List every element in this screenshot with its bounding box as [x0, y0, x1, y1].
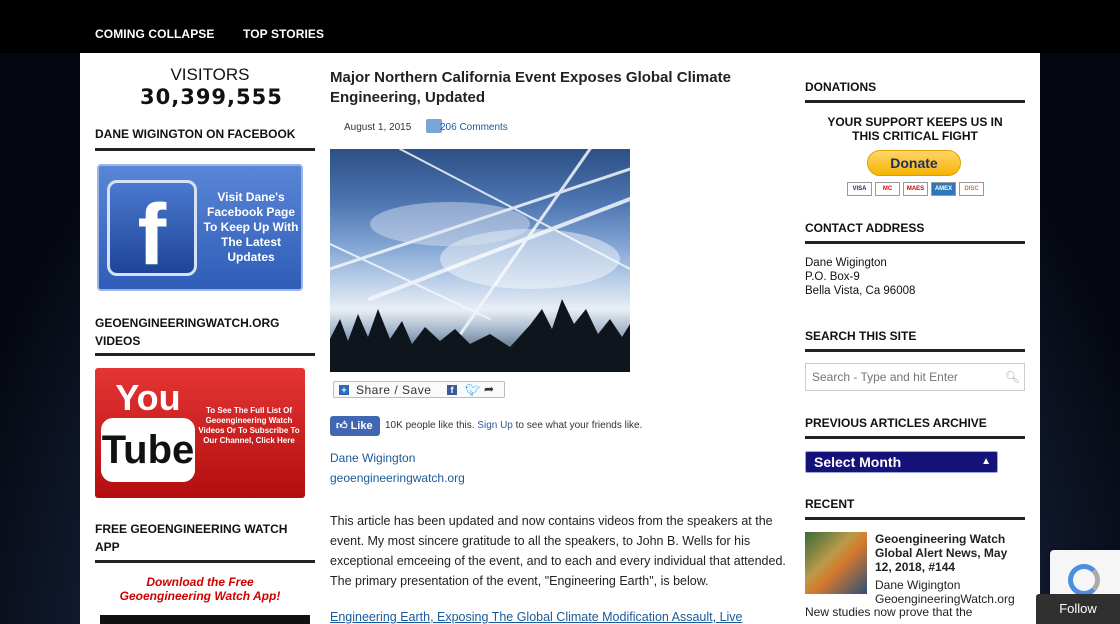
facebook-banner-text: Visit Dane's Facebook Page To Keep Up Wi…	[203, 190, 299, 264]
recent-post-thumbnail[interactable]	[805, 532, 867, 594]
share-plus-icon: +	[339, 385, 349, 395]
nav-coming-collapse[interactable]: COMING COLLAPSE	[95, 27, 215, 41]
recent-widget-title: RECENT	[805, 497, 855, 511]
post-date: August 1, 2015	[344, 122, 412, 133]
post-body-paragraph: This article has been updated and now co…	[330, 514, 786, 588]
youtube-logo-icon: Tube	[101, 418, 195, 482]
contact-line-box: P.O. Box-9	[805, 271, 860, 283]
video-link[interactable]: Engineering Earth, Exposing The Global C…	[330, 610, 800, 624]
recent-widget-rule	[805, 517, 1025, 520]
contact-line-city: Bella Vista, Ca 96008	[805, 285, 916, 297]
facebook-share-icon[interactable]: f	[447, 385, 457, 395]
maestro-card-icon: MAES	[903, 182, 928, 196]
search-widget-rule	[805, 349, 1025, 352]
facebook-like-button[interactable]: 👍︎ Like	[330, 416, 380, 436]
post-image-chemtrails-sky	[330, 149, 630, 372]
visitors-count: 30,399,555	[140, 85, 283, 109]
post-comments-link[interactable]: 206 Comments	[440, 122, 508, 133]
share-save-label: Share / Save	[356, 383, 432, 397]
app-widget-title: FREE GEOENGINEERING WATCH APP	[95, 522, 288, 554]
select-arrows-icon: ▲	[981, 456, 991, 467]
like-summary: 10K people like this. Sign Up to see wha…	[385, 420, 642, 431]
donation-support-text: YOUR SUPPORT KEEPS US IN THIS CRITICAL F…	[827, 115, 1003, 143]
youtube-banner[interactable]: You Tube To See The Full List Of Geoengi…	[95, 368, 305, 498]
page-content: VISITORS 30,399,555 DANE WIGINGTON ON FA…	[80, 53, 1040, 624]
like-suffix-text: to see what your friends like.	[515, 420, 643, 431]
share-save-button[interactable]: + Share / Save f 🐦︎ ➦	[333, 381, 505, 398]
facebook-banner[interactable]: f Visit Dane's Facebook Page To Keep Up …	[97, 164, 303, 291]
like-signup-link[interactable]: Sign Up	[477, 420, 513, 431]
donate-button[interactable]: Donate	[867, 150, 961, 176]
contact-line-name: Dane Wigington	[805, 257, 887, 269]
youtube-logo-you: You	[115, 377, 181, 418]
recent-post-title[interactable]: Geoengineering Watch Global Alert News, …	[875, 532, 1025, 574]
sky-scene-icon	[330, 149, 630, 372]
visa-card-icon: VISA	[847, 182, 872, 196]
archive-select-label: Select Month	[814, 454, 902, 470]
app-banner-image[interactable]	[100, 615, 310, 624]
discover-card-icon: DISC	[959, 182, 984, 196]
videos-widget-rule	[95, 353, 315, 356]
search-icon[interactable]: 🔍︎	[1005, 370, 1020, 384]
payment-cards: VISA MC MAES AMEX DISC	[847, 182, 987, 196]
donations-widget-rule	[805, 100, 1025, 103]
donations-widget-title: DONATIONS	[805, 80, 877, 94]
archive-month-select[interactable]: Select Month ▲	[805, 451, 998, 473]
like-button-label: Like	[350, 420, 373, 432]
contact-widget-title: CONTACT ADDRESS	[805, 221, 925, 235]
facebook-widget-title: DANE WIGINGTON ON FACEBOOK	[95, 127, 296, 141]
visitors-title: VISITORS	[170, 65, 250, 84]
search-input[interactable]	[806, 364, 996, 390]
archive-widget-rule	[805, 436, 1025, 439]
youtube-banner-text: To See The Full List Of Geoengineering W…	[198, 406, 300, 445]
recaptcha-icon	[1068, 564, 1100, 596]
amex-card-icon: AMEX	[931, 182, 956, 196]
app-promo-text[interactable]: Download the Free Geoengineering Watch A…	[100, 575, 300, 603]
search-widget-title: SEARCH THIS SITE	[805, 329, 917, 343]
like-count-text: 10K people like this.	[385, 420, 475, 431]
author-name-link[interactable]: Dane Wigington	[330, 451, 415, 465]
archive-widget-title: PREVIOUS ARTICLES ARCHIVE	[805, 416, 987, 430]
mastercard-icon: MC	[875, 182, 900, 196]
twitter-share-icon[interactable]: 🐦︎	[465, 383, 480, 397]
recent-post-author: Dane Wigington GeoengineeringWatch.org	[875, 578, 1015, 606]
nav-top-stories[interactable]: TOP STORIES	[243, 27, 324, 41]
thumbs-up-icon: 👍︎	[336, 420, 348, 432]
videos-widget-title: GEOENGINEERINGWATCH.ORG VIDEOS	[95, 316, 280, 348]
author-site-link[interactable]: geoengineeringwatch.org	[330, 471, 465, 485]
contact-widget-rule	[805, 241, 1025, 244]
facebook-widget-rule	[95, 148, 315, 151]
forward-share-icon[interactable]: ➦	[484, 382, 494, 396]
contact-address: Dane Wigington P.O. Box-9 Bella Vista, C…	[805, 256, 915, 298]
search-box: 🔍︎	[805, 363, 1025, 391]
top-navigation: COMING COLLAPSE TOP STORIES	[0, 0, 1120, 53]
recent-post-snippet: New studies now prove that the	[805, 605, 973, 619]
post-title[interactable]: Major Northern California Event Exposes …	[330, 68, 770, 108]
facebook-logo-icon: f	[107, 180, 197, 276]
app-widget-rule	[95, 560, 315, 563]
follow-button[interactable]: Follow	[1036, 594, 1120, 624]
